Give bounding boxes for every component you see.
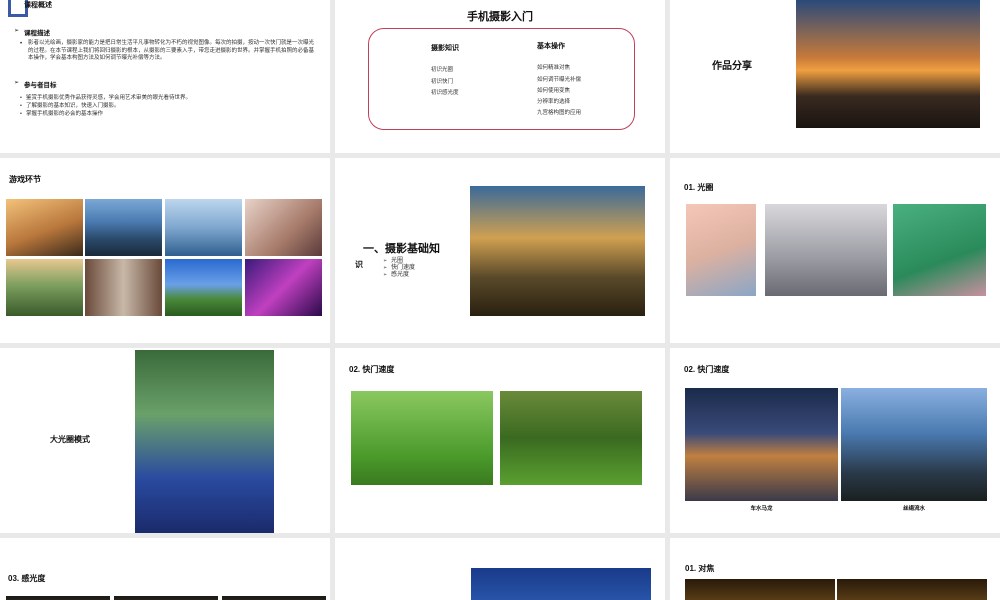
operation-item: 九宫格构图的应用 [537, 110, 582, 116]
long-exposure-sea-photo [841, 388, 987, 501]
portrait-photo [765, 204, 887, 296]
knowledge-item: 初识快门 [431, 79, 454, 85]
topic-item: 感光度 [383, 272, 409, 279]
iso-photo [222, 596, 326, 600]
slide-iso[interactable]: 03. 感光度 [0, 538, 330, 600]
slide-title: 大光圈模式 [50, 435, 90, 444]
topic-item: 快门速度 [383, 265, 415, 272]
slide-focus[interactable]: 01. 对焦 [670, 538, 1000, 600]
section-heading-goals: 参与者目标 [24, 82, 57, 89]
section-title: 一、摄影基础知 [363, 243, 440, 255]
photo-caption: 丝绢流水 [902, 506, 925, 512]
slide-shutter-speed[interactable]: 02. 快门速度 [335, 348, 665, 533]
slide-title: 02. 快门速度 [349, 365, 395, 374]
slide-title: 01. 对焦 [685, 564, 715, 573]
section-heading-description: 课程描述 [24, 30, 50, 37]
focus-photo [685, 579, 835, 600]
content-box [368, 28, 635, 130]
bird-photo [351, 391, 493, 485]
goal-item: 掌握手机摄影的必会的基本操作 [20, 110, 103, 118]
neon-portrait-photo [245, 259, 322, 316]
focus-photo [837, 579, 987, 600]
field-photo [165, 259, 242, 316]
slide-aperture[interactable]: 01. 光圈 [670, 158, 1000, 343]
portrait-photo [6, 199, 83, 256]
operation-item: 如何使用变焦 [537, 88, 571, 94]
night-traffic-photo [685, 388, 838, 501]
portrait-photo [686, 204, 756, 296]
slide-works[interactable]: 作品分享 [670, 0, 1000, 153]
photo-caption: 车水马龙 [750, 506, 773, 512]
landscape-photo [6, 259, 83, 316]
slide-intro[interactable]: 手机摄影入门 摄影知识 初识光圈 初识快门 初识感光度 基本操作 如何精准对焦 … [335, 0, 665, 153]
slide-basics[interactable]: 一、摄影基础知 识 光圈 快门速度 感光度 [335, 158, 665, 343]
slide-title: 手机摄影入门 [467, 11, 533, 23]
building-photo [85, 259, 162, 316]
slide-title: 03. 感光度 [8, 574, 46, 583]
sky-photo [471, 568, 651, 600]
iso-photo [114, 596, 218, 600]
col-heading-operations: 基本操作 [537, 43, 565, 50]
section-arrow-icon: ➢ [14, 80, 20, 86]
harbor-photo [165, 199, 242, 256]
bullet-icon: • [20, 41, 23, 47]
operation-item: 如何调节曝光补偿 [537, 77, 582, 83]
goal-item: 鉴赏手机摄影优秀作品获得灵感，学会用艺术审美的眼光看待世界。 [20, 94, 191, 102]
portrait-photo [245, 199, 322, 256]
knowledge-item: 初识光圈 [431, 67, 454, 73]
portrait-photo [893, 204, 986, 296]
operation-item: 分辨率的选择 [537, 99, 571, 105]
slide-game[interactable]: 游戏环节 [0, 158, 330, 343]
iso-photo [6, 596, 110, 600]
goal-item: 了解摄影的基本知识，快速入门摄影。 [20, 102, 119, 110]
section-arrow-icon: ➢ [14, 28, 20, 34]
operation-item: 如何精准对焦 [537, 65, 571, 71]
section-title-cont: 识 [355, 260, 363, 269]
knowledge-item: 初识感光度 [431, 90, 459, 96]
slide-title: 游戏环节 [9, 175, 41, 184]
slide-big-aperture[interactable]: 大光圈模式 [0, 348, 330, 533]
slide-title: 作品分享 [712, 61, 752, 72]
topic-item: 光圈 [383, 258, 403, 265]
portrait-photo [135, 350, 274, 533]
slide-title: 02. 快门速度 [684, 365, 730, 374]
col-heading-knowledge: 摄影知识 [431, 45, 459, 52]
slide-title: 课程概述 [24, 2, 52, 9]
horse-racing-photo [500, 391, 642, 485]
coast-photo [85, 199, 162, 256]
slide-course-overview[interactable]: 课程概述 ➢ 课程描述 • 影者以光绘画，摄影家的能力是把日常生活平凡事物转化为… [0, 0, 330, 153]
slide-partial[interactable] [335, 538, 665, 600]
city-sunset-photo [796, 0, 980, 128]
course-description: 影者以光绘画，摄影家的能力是把日常生活平凡事物转化为不朽的视觉图像。每次的拍摄，… [28, 40, 315, 61]
sunset-tree-photo [470, 186, 645, 316]
slide-title: 01. 光圈 [684, 183, 714, 192]
slide-shutter-speed-2[interactable]: 02. 快门速度 车水马龙 丝绢流水 [670, 348, 1000, 533]
